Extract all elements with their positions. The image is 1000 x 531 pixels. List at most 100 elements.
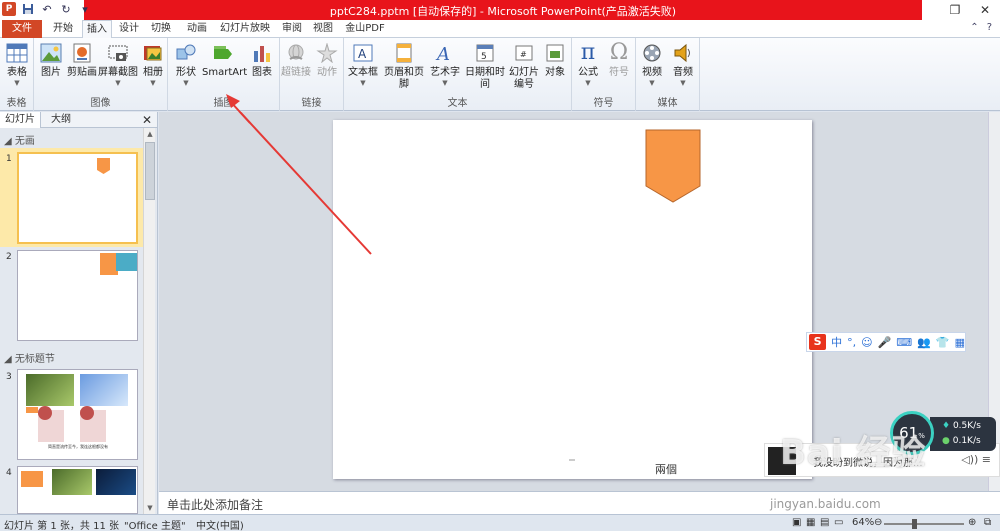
tab-design[interactable]: 设计 xyxy=(114,20,144,38)
group-label-table: 表格 xyxy=(6,98,27,109)
thumb-red-circle-2 xyxy=(80,406,94,420)
theme-status[interactable]: "Office 主题" xyxy=(124,517,186,531)
clipart-icon xyxy=(69,41,95,65)
wordart-button[interactable]: A 艺术字 ▼ xyxy=(428,41,462,87)
ime-punctuation-icon[interactable]: °, xyxy=(847,336,856,349)
slide-number-button[interactable]: # 幻灯片编号 xyxy=(508,41,540,91)
sogou-logo-icon[interactable]: S xyxy=(809,334,827,350)
slide-canvas xyxy=(569,129,701,461)
group-label-symbols: 符号 xyxy=(593,98,614,109)
equation-button[interactable]: π 公式 ▼ xyxy=(572,41,604,88)
panel-scrollbar[interactable]: ▲ ▼ xyxy=(143,128,155,514)
header-footer-button[interactable]: 页眉和页脚 xyxy=(380,41,428,91)
ime-mode-chinese[interactable]: 中 xyxy=(831,334,842,350)
album-button[interactable]: 相册 ▼ xyxy=(138,41,168,87)
group-label-image: 图像 xyxy=(90,98,111,109)
tab-review[interactable]: 审阅 xyxy=(278,20,306,38)
tab-animations[interactable]: 动画 xyxy=(180,20,214,38)
object-icon xyxy=(542,41,568,65)
tab-insert[interactable]: 插入 xyxy=(82,20,112,39)
clipart-button[interactable]: 剪贴画 xyxy=(66,41,98,79)
tab-outline[interactable]: 大纲 xyxy=(46,112,76,128)
chart-button[interactable]: 图表 xyxy=(246,41,278,79)
ime-keyboard-icon[interactable]: ⌨ xyxy=(896,336,912,349)
hyperlink-button[interactable]: 超链接 xyxy=(280,41,312,79)
tab-transitions[interactable]: 切换 xyxy=(146,20,176,38)
wordart-icon: A xyxy=(432,41,458,65)
smartart-button[interactable]: SmartArt xyxy=(202,41,247,79)
group-image: 图片 剪贴画 屏幕截图 ▼ 相册 ▼ 图像 xyxy=(34,38,168,111)
upload-icon: ♦ xyxy=(942,421,951,431)
scroll-up-icon[interactable]: ▲ xyxy=(144,128,156,140)
quick-access-toolbar: P ↶ ↻ ▾ xyxy=(2,2,92,16)
thumb-caption: 简直是流传至今，我连这根都没有 xyxy=(48,444,108,449)
ime-user-icon[interactable]: 👥 xyxy=(917,336,931,349)
ime-menu-icon[interactable]: ▦ xyxy=(955,336,965,349)
tab-view[interactable]: 视图 xyxy=(309,20,337,38)
audio-button[interactable]: 音频 ▼ xyxy=(668,41,698,87)
pentagon-shape[interactable] xyxy=(645,129,701,203)
zoom-level[interactable]: 64% xyxy=(852,517,874,528)
table-button[interactable]: 表格 ▼ xyxy=(0,41,34,87)
tab-home[interactable]: 开始 xyxy=(46,20,80,38)
group-illustrations: 形状 ▼ SmartArt 图表 插图 xyxy=(168,38,280,111)
slide-footer-text[interactable]: 兩個 xyxy=(655,461,677,477)
datetime-button[interactable]: 5 日期和时间 xyxy=(462,41,508,91)
slide-thumbnail-1[interactable] xyxy=(17,152,138,244)
undo-icon[interactable]: ↶ xyxy=(40,2,54,16)
scroll-thumb[interactable] xyxy=(145,142,155,200)
object-button[interactable]: 对象 xyxy=(540,41,570,79)
zoom-slider-track[interactable] xyxy=(884,523,964,525)
save-icon[interactable] xyxy=(21,2,35,16)
download-rate: 0.1K/s xyxy=(952,436,981,446)
ime-voice-icon[interactable]: 🎤 xyxy=(878,336,892,349)
powerpoint-app-icon[interactable]: P xyxy=(2,2,16,16)
film-reel-icon xyxy=(639,41,665,65)
close-window-icon[interactable]: ✕ xyxy=(970,0,1000,20)
ime-emoji-icon[interactable]: ☺ xyxy=(861,336,872,349)
section-collapse-icon[interactable]: ◢ xyxy=(4,136,15,147)
ribbon-collapse-icon[interactable]: ⌃ xyxy=(970,22,978,33)
language-status[interactable]: 中文(中国) xyxy=(196,517,244,531)
action-button[interactable]: 动作 xyxy=(312,41,342,79)
photo-album-icon xyxy=(140,41,166,65)
reading-view-icon[interactable]: ▤ xyxy=(820,517,829,528)
video-button[interactable]: 视频 ▼ xyxy=(636,41,668,87)
normal-view-icon[interactable]: ▣ xyxy=(792,517,801,528)
slideshow-view-icon[interactable]: ▭ xyxy=(834,517,843,528)
section-collapse-icon[interactable]: ◢ xyxy=(4,354,15,365)
group-label-illustrations: 插图 xyxy=(213,98,234,109)
redo-icon[interactable]: ↻ xyxy=(59,2,73,16)
tab-kingsoft-pdf[interactable]: 金山PDF xyxy=(341,20,389,38)
slide-thumbnail-3[interactable]: 简直是流传至今，我连这根都没有 xyxy=(17,369,138,460)
tab-file[interactable]: 文件 xyxy=(2,20,42,38)
network-rates: ♦ 0.5K/s ● 0.1K/s xyxy=(930,417,996,451)
tab-slideshow[interactable]: 幻灯片放映 xyxy=(216,20,274,38)
close-panel-icon[interactable]: ✕ xyxy=(142,112,152,128)
zoom-in-icon[interactable]: ⊕ xyxy=(968,517,976,528)
slide-thumbnail-4[interactable] xyxy=(17,466,138,514)
screenshot-button[interactable]: 屏幕截图 ▼ xyxy=(98,41,138,87)
dropdown-arrow-icon: ▼ xyxy=(649,79,655,87)
zoom-out-icon[interactable]: ⊖ xyxy=(874,517,882,528)
group-label-media: 媒体 xyxy=(657,98,678,109)
shapes-button[interactable]: 形状 ▼ xyxy=(170,41,202,87)
ime-skin-icon[interactable]: 👕 xyxy=(936,336,950,349)
textbox-button[interactable]: A 文本框 ▼ xyxy=(346,41,380,87)
thumb-photo-4 xyxy=(96,469,136,495)
slide-sorter-view-icon[interactable]: ▦ xyxy=(806,517,815,528)
zoom-slider-knob[interactable] xyxy=(912,519,917,529)
section-header-1[interactable]: ◢ 无画 xyxy=(4,132,35,147)
picture-button[interactable]: 图片 xyxy=(36,41,66,79)
tab-slides[interactable]: 幻灯片 xyxy=(0,112,41,128)
help-icon[interactable]: ? xyxy=(987,22,992,33)
status-bar: 幻灯片 第 1 张，共 11 张 "Office 主题" 中文(中国) ▣ ▦ … xyxy=(0,514,1000,531)
symbol-button[interactable]: Ω 符号 xyxy=(604,41,634,79)
restore-window-icon[interactable]: ❐ xyxy=(940,0,970,20)
scroll-down-icon[interactable]: ▼ xyxy=(144,502,156,514)
fit-to-window-icon[interactable]: ⧉ xyxy=(984,517,991,528)
section-header-2[interactable]: ◢ 无标题节 xyxy=(4,350,55,365)
current-slide[interactable]: 兩個 xyxy=(333,120,812,479)
ribbon-right-controls: ⌃ ? xyxy=(970,22,992,33)
slide-thumbnail-2[interactable] xyxy=(17,250,138,341)
